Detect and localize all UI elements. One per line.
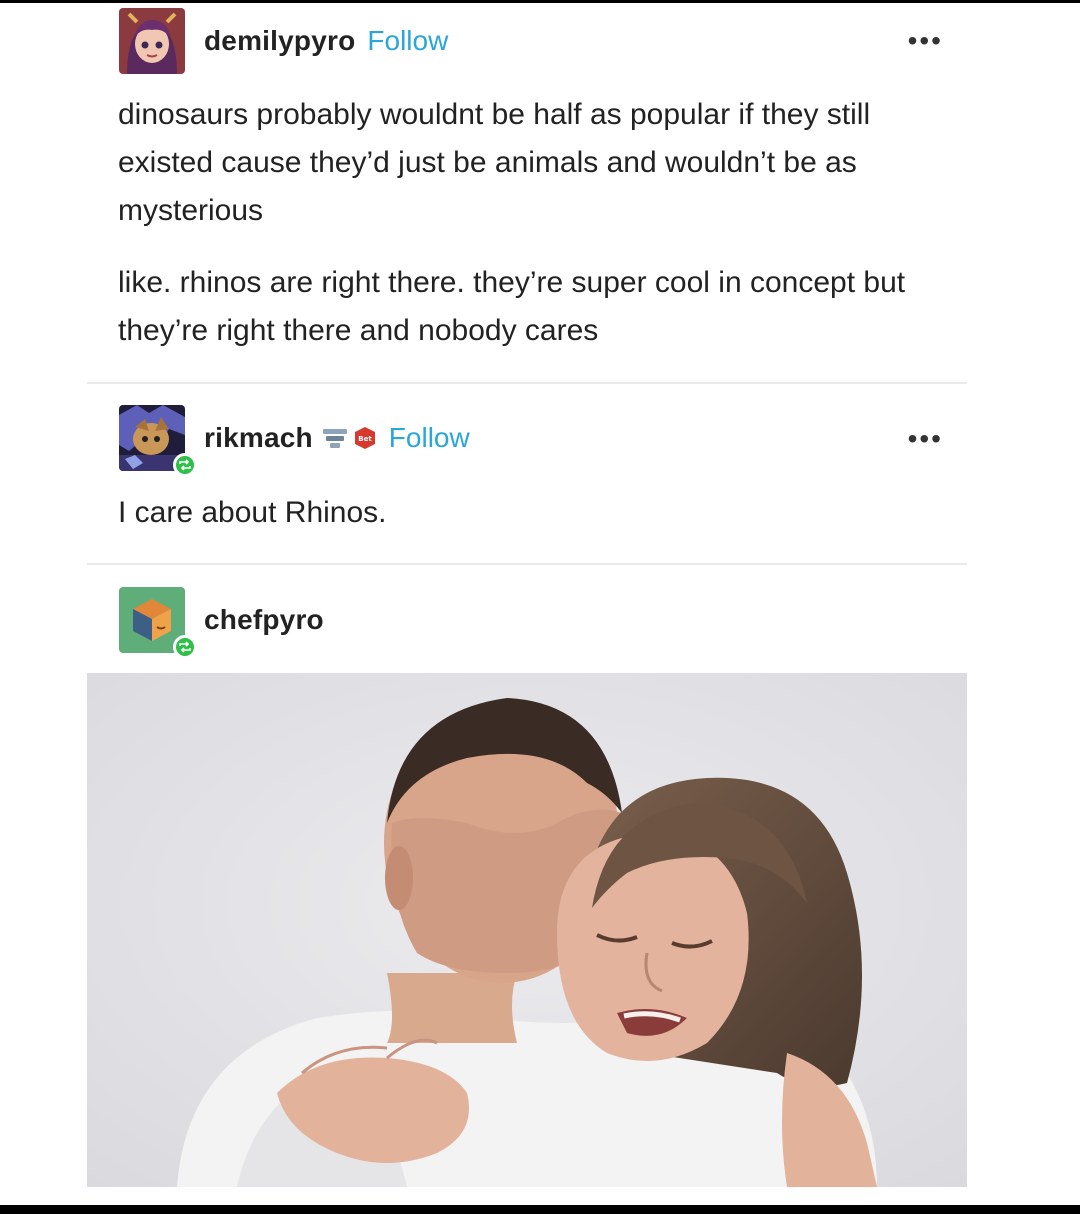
follow-button[interactable]: Follow [389,422,470,454]
more-options-icon[interactable]: ••• [908,27,943,55]
top-border [0,0,1080,3]
reblog-icon [173,453,197,477]
post-header-demilypyro: demilypyro Follow [119,7,448,75]
avatar-demilypyro-icon [119,8,185,74]
username[interactable]: demilypyro [204,25,355,57]
follow-button[interactable]: Follow [367,25,448,57]
user-badges: Bet [321,425,377,451]
avatar[interactable] [119,587,197,659]
username[interactable]: rikmach [204,422,313,454]
divider [87,563,967,565]
username[interactable]: chefpyro [204,604,324,636]
post-body-paragraph: I care about Rhinos. [118,496,387,529]
bet-badge-icon: Bet [354,427,375,449]
post-body-paragraph: dinosaurs probably wouldnt be half as po… [118,98,871,227]
avatar[interactable] [119,405,197,477]
post-image [87,673,967,1187]
more-options-icon[interactable]: ••• [908,425,943,453]
hugging-photo [87,673,967,1187]
reblog-icon [173,635,197,659]
post-body-paragraph: like. rhinos are right there. they’re su… [118,266,906,347]
avatar[interactable] [119,8,185,74]
post-header-rikmach: rikmach Bet Follow [119,404,470,477]
post-header-chefpyro: chefpyro [119,586,324,659]
svg-text:Bet: Bet [358,435,372,443]
divider [87,382,967,384]
bottom-border [0,1205,1080,1214]
award-badge-icon [322,429,347,448]
